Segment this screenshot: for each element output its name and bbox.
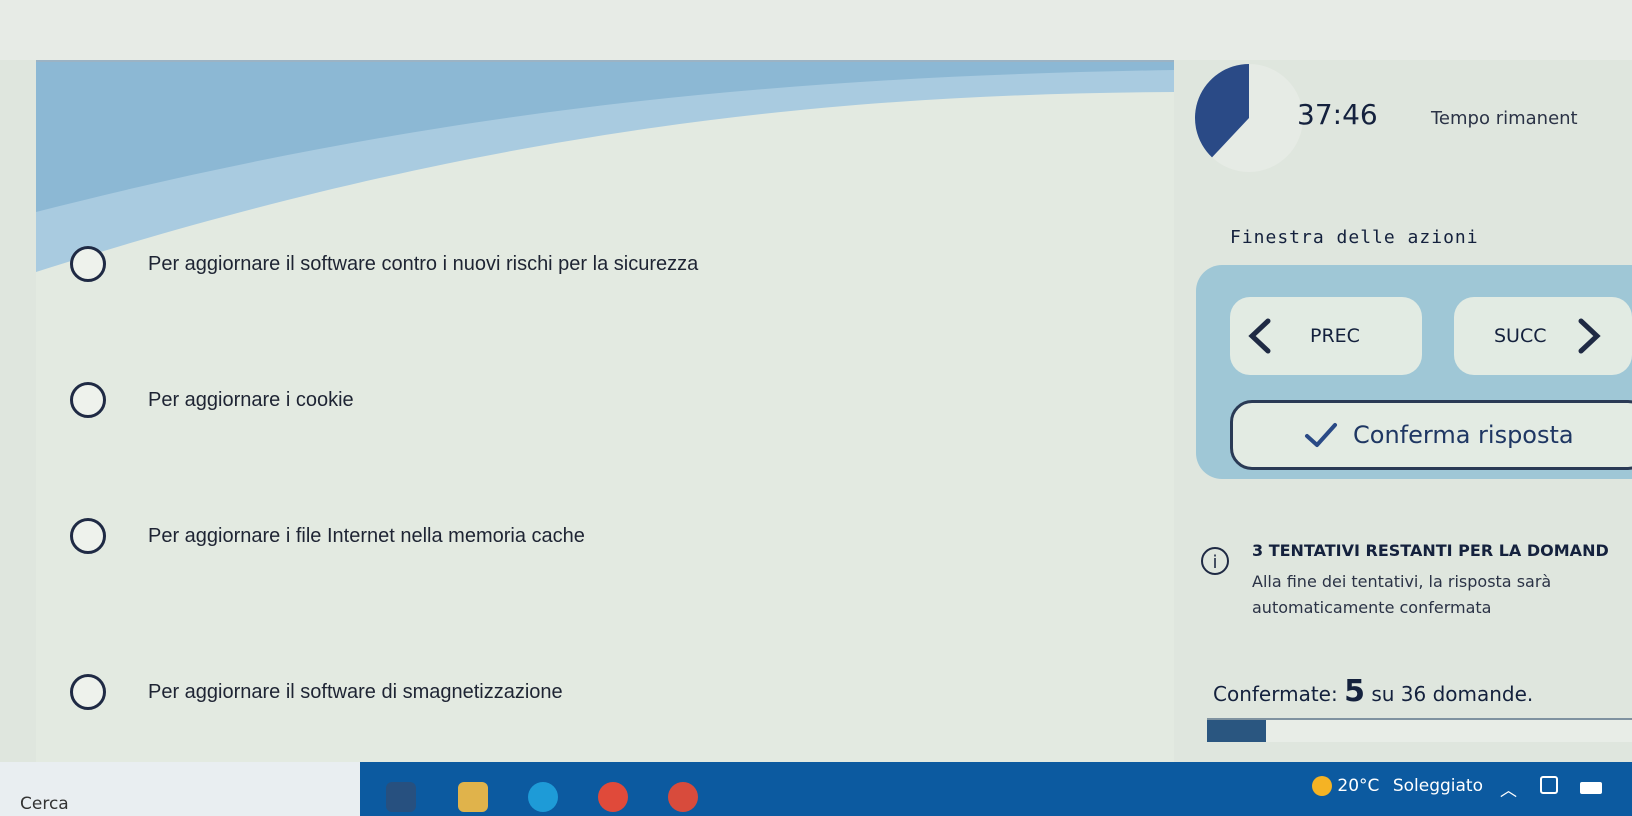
notification-icon[interactable] <box>1540 776 1558 794</box>
answer-option-3[interactable]: Per aggiornare i file Internet nella mem… <box>70 518 585 554</box>
tray-chevron-icon[interactable]: ︿ <box>1500 776 1517 801</box>
confirm-label: Conferma risposta <box>1353 421 1574 449</box>
timer-label: Tempo rimanent <box>1431 108 1578 129</box>
option-label: Per aggiornare i file Internet nella mem… <box>148 524 585 547</box>
chrome-profile-icon[interactable] <box>668 782 698 812</box>
attempts-text: Alla fine dei tentativi, la risposta sar… <box>1252 572 1552 617</box>
weather-condition: Soleggiato <box>1392 776 1483 796</box>
progress-bar <box>1207 718 1632 742</box>
confirmed-count: Confermate: 5 su 36 domande. <box>1213 674 1533 709</box>
weather-widget[interactable]: 20°C Soleggiato <box>1312 776 1483 796</box>
confirmed-number: 5 <box>1344 674 1365 709</box>
answer-option-1[interactable]: Per aggiornare il software contro i nuov… <box>70 246 698 282</box>
confirm-answer-button[interactable]: Conferma risposta <box>1230 400 1632 470</box>
battery-icon[interactable] <box>1580 782 1602 794</box>
info-icon: i <box>1201 547 1229 575</box>
chrome-icon[interactable] <box>598 782 628 812</box>
sun-icon <box>1312 776 1332 796</box>
answer-option-4[interactable]: Per aggiornare il software di smagnetizz… <box>70 674 563 710</box>
file-explorer-icon[interactable] <box>458 782 488 812</box>
option-label: Per aggiornare il software di smagnetizz… <box>148 680 563 703</box>
answer-option-2[interactable]: Per aggiornare i cookie <box>70 382 354 418</box>
timer-pie-chart <box>1195 63 1303 172</box>
prev-button[interactable]: PREC <box>1230 297 1422 375</box>
radio-button[interactable] <box>70 674 106 710</box>
chevron-left-icon <box>1248 318 1271 354</box>
prev-label: PREC <box>1310 325 1360 347</box>
search-label: Cerca <box>20 794 69 814</box>
chevron-right-icon <box>1578 318 1601 354</box>
next-button[interactable]: SUCC <box>1454 297 1632 375</box>
option-label: Per aggiornare i cookie <box>148 388 354 411</box>
radio-button[interactable] <box>70 382 106 418</box>
task-view-icon[interactable] <box>386 782 416 812</box>
timer-value: 37:46 <box>1297 98 1378 131</box>
actions-title: Finestra delle azioni <box>1230 227 1479 248</box>
next-label: SUCC <box>1494 325 1547 347</box>
confirmed-suffix: su 36 domande. <box>1371 682 1534 706</box>
edge-icon[interactable] <box>528 782 558 812</box>
weather-temperature: 20°C <box>1337 776 1380 796</box>
confirmed-prefix: Confermate: <box>1213 682 1338 706</box>
browser-top-strip <box>0 0 1632 60</box>
progress-fill <box>1207 720 1267 742</box>
option-label: Per aggiornare il software contro i nuov… <box>148 252 699 275</box>
checkmark-icon <box>1305 423 1337 447</box>
radio-button[interactable] <box>70 246 106 282</box>
attempts-title: 3 TENTATIVI RESTANTI PER LA DOMAND <box>1252 541 1609 560</box>
radio-button[interactable] <box>70 518 106 554</box>
